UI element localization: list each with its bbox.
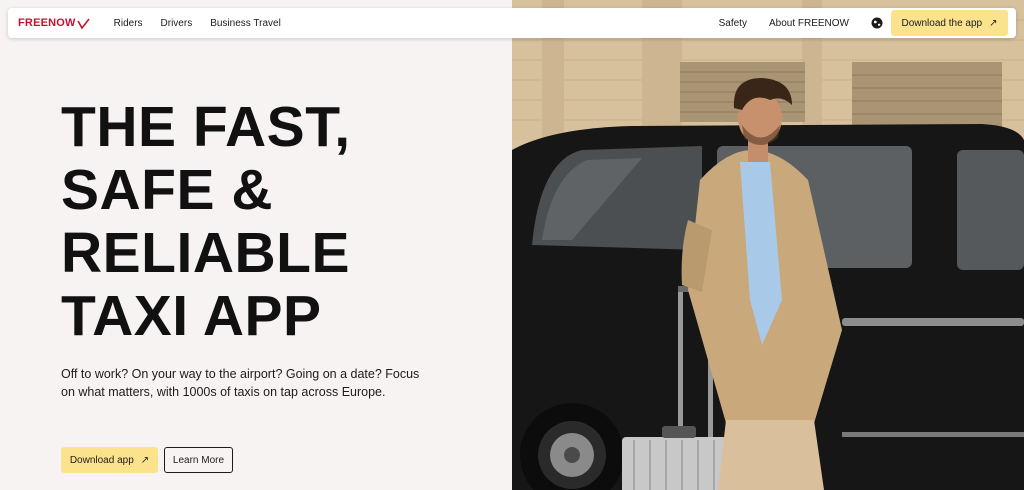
headline-line-4: TAXI APP	[61, 284, 322, 348]
headline-line-2: SAFE &	[61, 158, 274, 222]
logo-check-icon	[76, 18, 90, 29]
top-navigation: FREENOW Riders Drivers Business Travel S…	[8, 8, 1016, 38]
nav-link-riders[interactable]: Riders	[114, 18, 143, 29]
secondary-nav: Safety About FREENOW Download the app ↗	[719, 10, 1016, 36]
globe-icon[interactable]	[871, 17, 883, 29]
learn-more-button[interactable]: Learn More	[164, 447, 233, 473]
headline-line-1: THE FAST,	[61, 95, 351, 159]
download-app-nav-button[interactable]: Download the app ↗	[891, 10, 1008, 36]
nav-link-business-travel[interactable]: Business Travel	[210, 18, 281, 29]
hero-subtext: Off to work? On your way to the airport?…	[61, 367, 420, 399]
arrow-up-right-icon: ↗	[989, 17, 998, 29]
headline-line-3: RELIABLE	[61, 221, 350, 285]
arrow-up-right-icon: ↗	[140, 454, 150, 466]
nav-link-drivers[interactable]: Drivers	[161, 18, 193, 29]
nav-link-safety[interactable]: Safety	[719, 18, 747, 29]
hero-image	[512, 0, 1024, 490]
logo-text: FREENOW	[18, 17, 76, 29]
download-app-button[interactable]: Download app ↗	[61, 447, 158, 473]
primary-nav: Riders Drivers Business Travel	[114, 18, 299, 29]
nav-link-about[interactable]: About FREENOW	[769, 18, 849, 29]
hero-buttons: Download app ↗ Learn More	[61, 447, 233, 473]
download-app-nav-label: Download the app	[901, 17, 983, 29]
download-app-label: Download app	[69, 454, 134, 466]
freenow-logo[interactable]: FREENOW	[18, 17, 90, 29]
hero-headline: THE FAST, SAFE & RELIABLE TAXI APP	[61, 96, 491, 348]
